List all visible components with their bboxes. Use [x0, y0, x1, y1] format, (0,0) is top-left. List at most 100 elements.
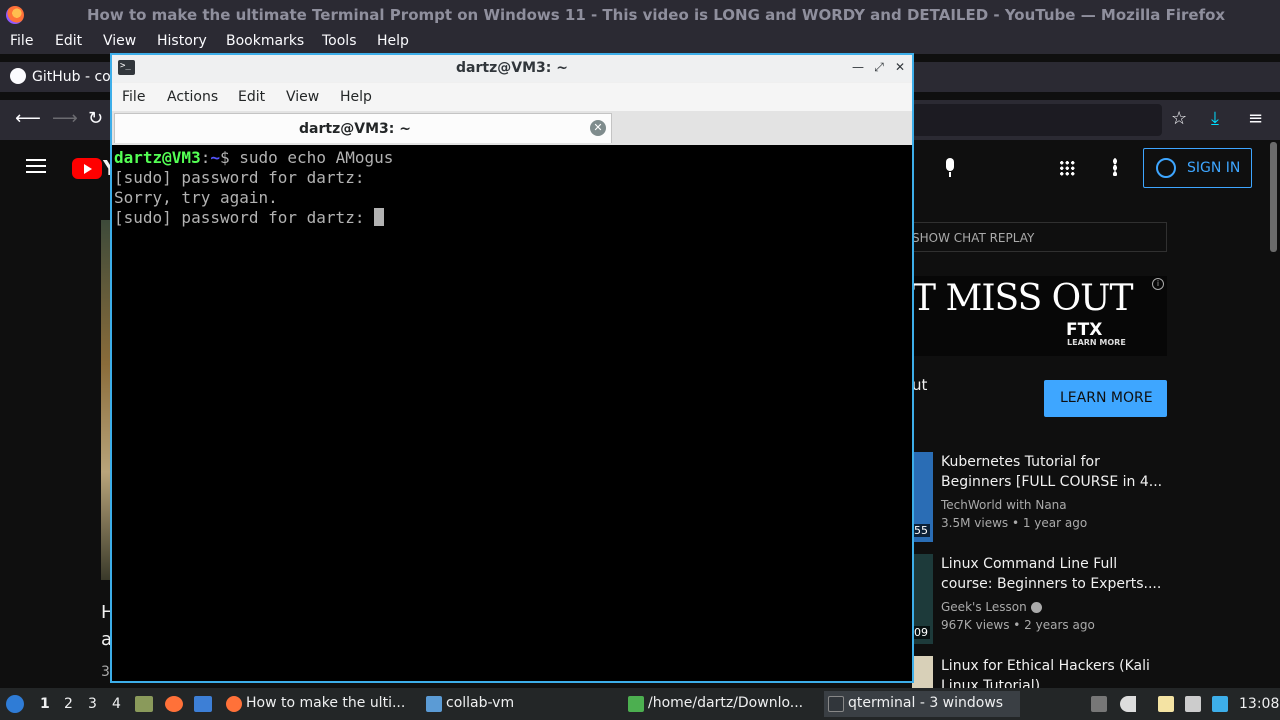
ad-banner[interactable]: T MISS OUT FTX LEARN MORE i — [912, 276, 1167, 356]
ad-body-text: ut — [912, 376, 928, 394]
terminal-line: dartz@VM3:~$ sudo echo AMogus — [114, 148, 910, 168]
firefox-menu-edit[interactable]: Edit — [55, 33, 82, 49]
task-archive[interactable]: /home/dartz/Downlo... — [624, 691, 820, 717]
forward-icon[interactable]: ⟶ — [52, 108, 78, 129]
show-chat-replay-button[interactable]: SHOW CHAT REPLAY — [912, 222, 1167, 252]
terminal-tab[interactable]: dartz@VM3: ~ ✕ — [114, 113, 612, 143]
clipboard-icon[interactable] — [1158, 696, 1174, 712]
apps-grid-icon[interactable] — [1059, 160, 1075, 176]
task-firefox[interactable]: How to make the ulti... — [222, 691, 414, 717]
related-title-line-1: Linux for Ethical Hackers (Kali — [941, 658, 1150, 674]
workspace-3[interactable]: 3 — [88, 696, 97, 712]
video-views: 3 — [101, 664, 110, 680]
related-meta: 3.5M views • 1 year ago — [941, 516, 1088, 530]
tab-close-icon[interactable]: ✕ — [590, 120, 606, 136]
related-duration: 09 — [912, 626, 930, 639]
related-title-line-1: Linux Command Line Full — [941, 556, 1118, 572]
more-options-icon[interactable] — [1113, 158, 1117, 176]
show-chat-replay-label: SHOW CHAT REPLAY — [912, 231, 1035, 245]
youtube-logo-icon[interactable] — [72, 158, 102, 179]
terminal-menu-file[interactable]: File — [122, 89, 145, 105]
related-video-item[interactable]: 09 Linux Command Line Full course: Begin… — [912, 554, 1172, 646]
terminal-titlebar[interactable]: >_ dartz@VM3: ~ — ⤢ ✕ — [112, 55, 912, 82]
workspace-1[interactable]: 1 — [40, 696, 50, 712]
related-title-line-1: Kubernetes Tutorial for — [941, 454, 1100, 470]
firefox-menu-view[interactable]: View — [103, 33, 136, 49]
prompt-symbol: $ — [219, 148, 240, 167]
related-channel: TechWorld with Nana — [941, 498, 1067, 512]
firefox-titlebar: How to make the ultimate Terminal Prompt… — [0, 0, 1280, 30]
app-menu-icon[interactable]: ≡ — [1248, 108, 1263, 129]
task-label: /home/dartz/Downlo... — [648, 695, 804, 711]
start-menu-icon[interactable] — [6, 695, 24, 713]
ad-info-icon[interactable]: i — [1152, 278, 1164, 290]
sign-in-button[interactable]: SIGN IN — [1143, 148, 1252, 188]
bookmark-star-icon[interactable]: ☆ — [1171, 108, 1187, 129]
task-label: collab-vm — [446, 695, 515, 711]
back-icon[interactable]: ⟵ — [15, 108, 41, 129]
related-video-item[interactable]: Linux for Ethical Hackers (Kali Linux Tu… — [912, 656, 1172, 688]
tray-up-arrow-icon[interactable] — [1091, 696, 1107, 712]
sign-in-label: SIGN IN — [1187, 160, 1241, 176]
workspace-4[interactable]: 4 — [112, 696, 121, 712]
firefox-menubar: File Edit View History Bookmarks Tools H… — [0, 30, 1280, 54]
related-title-line-2: course: Beginners to Experts.... — [941, 576, 1162, 592]
task-collab-vm[interactable]: collab-vm — [422, 691, 618, 717]
terminal-menubar: File Actions Edit View Help — [112, 83, 912, 111]
task-qterminal[interactable]: qterminal - 3 windows — [824, 691, 1020, 717]
related-video-item[interactable]: 55 Kubernetes Tutorial for Beginners [FU… — [912, 452, 1172, 544]
workspace-2[interactable]: 2 — [64, 696, 73, 712]
firefox-menu-history[interactable]: History — [157, 33, 207, 49]
show-desktop-icon[interactable] — [194, 696, 212, 712]
learn-more-button[interactable]: LEARN MORE — [1044, 380, 1167, 417]
terminal-menu-actions[interactable]: Actions — [167, 89, 218, 105]
folder-icon — [426, 696, 442, 712]
close-icon[interactable]: ✕ — [892, 59, 908, 75]
firefox-menu-help[interactable]: Help — [377, 33, 409, 49]
ad-headline: T MISS OUT — [912, 278, 1134, 319]
url-bar[interactable] — [912, 104, 1162, 136]
file-manager-launcher-icon[interactable] — [135, 696, 153, 712]
firefox-logo-icon — [6, 6, 24, 24]
terminal-menu-help[interactable]: Help — [340, 89, 372, 105]
prompt-directory: ~ — [210, 148, 220, 167]
terminal-tabbar: dartz@VM3: ~ ✕ — [112, 111, 912, 145]
prompt-separator: : — [200, 148, 211, 167]
github-icon — [10, 68, 26, 84]
terminal-line: [sudo] password for dartz: — [114, 168, 365, 187]
bookmark-github[interactable]: GitHub - cor — [32, 69, 117, 85]
volume-icon[interactable] — [1120, 696, 1136, 712]
task-label: How to make the ulti... — [246, 695, 406, 711]
related-duration: 55 — [912, 524, 930, 537]
archive-icon — [628, 696, 644, 712]
reload-icon[interactable]: ↻ — [88, 108, 103, 129]
terminal-icon — [828, 696, 844, 712]
related-meta: 967K views • 2 years ago — [941, 618, 1095, 632]
network-icon[interactable] — [1185, 696, 1201, 712]
firefox-menu-tools[interactable]: Tools — [322, 33, 357, 49]
terminal-output[interactable]: dartz@VM3:~$ sudo echo AMogus [sudo] pas… — [112, 145, 912, 681]
downloads-icon[interactable]: ⤓ — [1211, 108, 1219, 129]
terminal-menu-edit[interactable]: Edit — [238, 89, 265, 105]
firefox-launcher-icon[interactable] — [165, 696, 183, 712]
password-prompt: [sudo] password for dartz: — [114, 208, 375, 227]
terminal-line: Sorry, try again. — [114, 188, 278, 207]
learn-more-label: LEARN MORE — [1060, 390, 1153, 406]
firefox-icon — [226, 696, 242, 712]
related-title-line-2: Linux Tutorial) — [941, 678, 1041, 688]
task-label: qterminal - 3 windows — [848, 695, 1004, 711]
maximize-icon[interactable]: ⤢ — [871, 59, 887, 75]
page-scrollbar[interactable] — [1270, 142, 1277, 252]
firefox-menu-file[interactable]: File — [10, 33, 33, 49]
related-thumbnail[interactable] — [912, 656, 933, 688]
terminal-window: >_ dartz@VM3: ~ — ⤢ ✕ File Actions Edit … — [110, 53, 914, 683]
terminal-menu-view[interactable]: View — [286, 89, 319, 105]
taskbar-panel: 1 2 3 4 How to make the ulti... collab-v… — [0, 688, 1280, 720]
clock: 13:08 — [1239, 696, 1280, 712]
firefox-menu-bookmarks[interactable]: Bookmarks — [226, 33, 304, 49]
guide-menu-icon[interactable] — [26, 159, 46, 173]
voice-search-icon[interactable] — [944, 158, 956, 178]
updates-icon[interactable] — [1212, 696, 1228, 712]
minimize-icon[interactable]: — — [850, 59, 866, 75]
prompt-user: dartz@VM3 — [114, 148, 201, 167]
